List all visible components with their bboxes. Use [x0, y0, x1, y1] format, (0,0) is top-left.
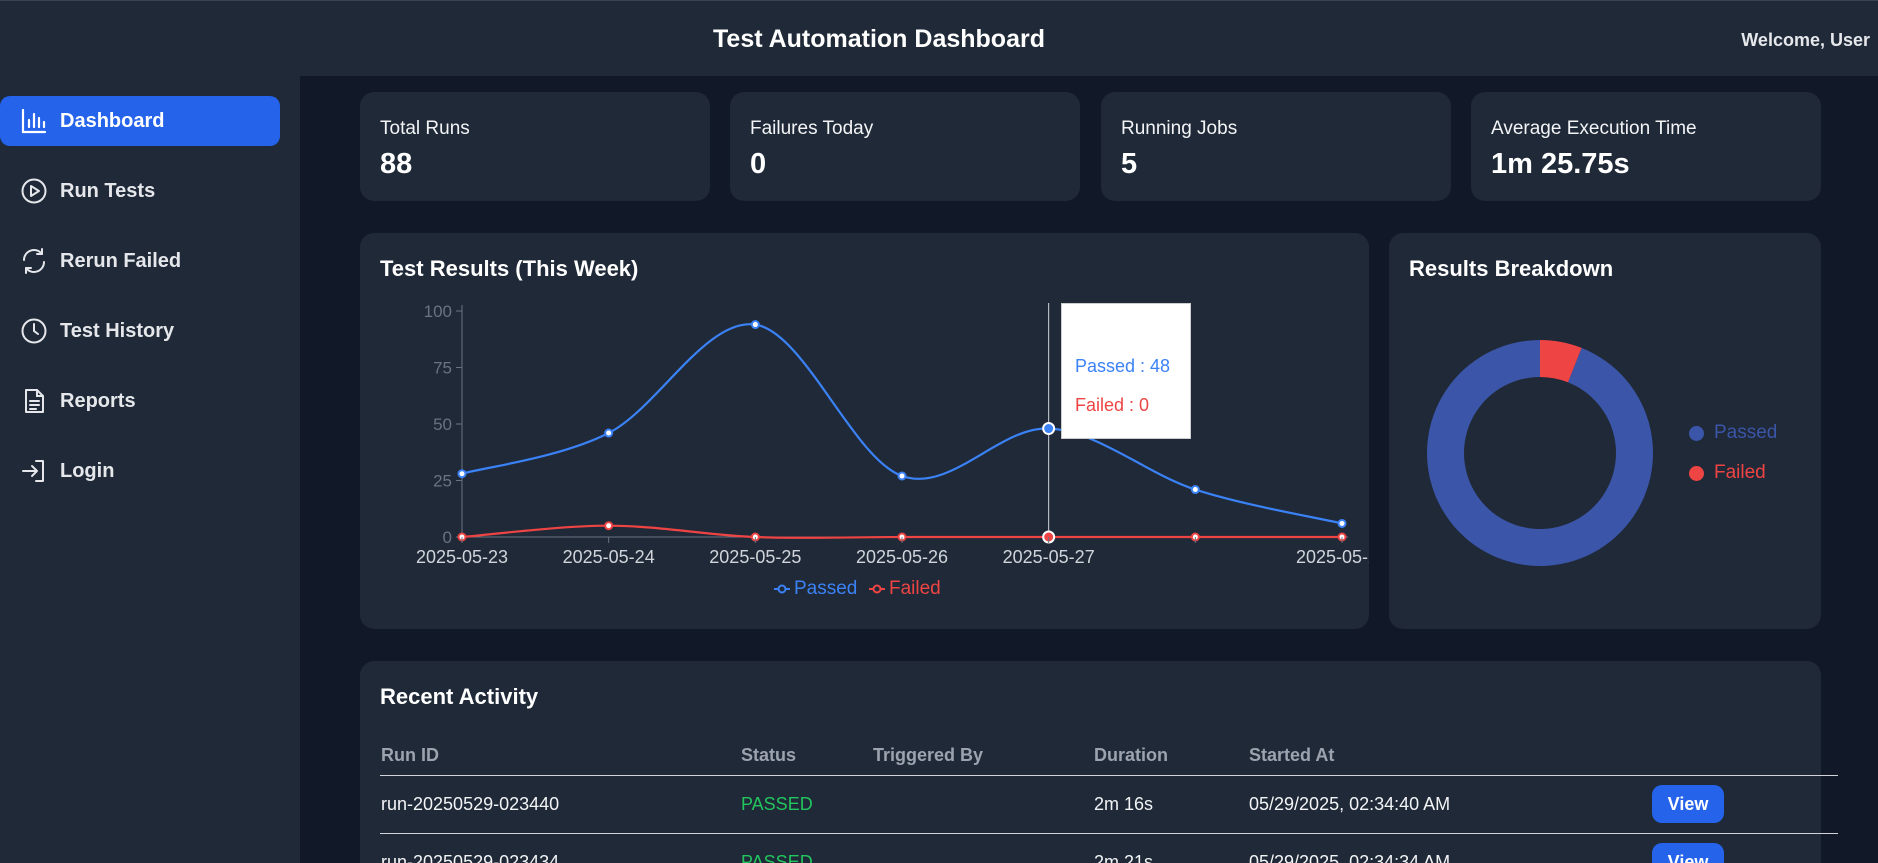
stat-card-failures-today: Failures Today 0 — [730, 92, 1080, 201]
document-icon — [25, 389, 44, 413]
column-header-actions — [1651, 737, 1838, 776]
login-icon — [22, 460, 44, 482]
data-point-passed[interactable] — [1042, 422, 1056, 436]
stat-value: 5 — [1121, 148, 1138, 180]
sidebar-item-label: Run Tests — [60, 179, 156, 202]
test-results-chart-card: Test Results (This Week) 0 25 50 75 100 2025… — [360, 233, 1369, 629]
x-tick-label: 2025-05-26 — [856, 547, 948, 567]
table-header-row: Run ID Status Triggered By Duration Star… — [380, 737, 1838, 776]
column-header-started-at: Started At — [1248, 737, 1651, 776]
x-tick-label: 2025-05-23 — [416, 547, 508, 567]
legend-label: Passed — [1714, 422, 1778, 443]
sidebar-item-label: Test History — [60, 319, 175, 342]
action-cell: View — [1651, 775, 1838, 834]
line-legend-marker-icon — [869, 584, 885, 594]
breakdown-legend-passed[interactable]: Passed — [1689, 422, 1777, 444]
triggered-by-cell — [872, 833, 1093, 863]
legend-failed[interactable]: Failed — [869, 578, 941, 600]
refresh-icon — [23, 248, 45, 274]
data-point-passed[interactable] — [897, 471, 907, 481]
view-button[interactable]: View — [1652, 843, 1724, 863]
action-cell: View — [1651, 833, 1838, 863]
data-point-passed[interactable] — [1190, 485, 1200, 495]
x-tick-label: 2025-05-25 — [709, 547, 801, 567]
data-point-passed[interactable] — [604, 428, 614, 438]
triggered-by-cell — [872, 775, 1093, 834]
clock-icon — [21, 318, 47, 344]
started-at-cell: 05/29/2025, 02:34:40 AM — [1248, 775, 1651, 834]
stat-value: 88 — [380, 148, 413, 180]
sidebar-item-label: Login — [60, 459, 115, 482]
legend-label: Failed — [1714, 462, 1766, 483]
play-circle-icon — [21, 178, 47, 204]
x-tick-label: 2025-05-24 — [563, 547, 655, 567]
sidebar-item-run-tests[interactable]: Run Tests — [0, 166, 280, 216]
bar-chart-icon — [21, 108, 47, 134]
column-header-status: Status — [740, 737, 872, 776]
legend-passed[interactable]: Passed — [774, 578, 857, 600]
column-header-duration: Duration — [1093, 737, 1248, 776]
sidebar-item-test-history[interactable]: Test History — [0, 306, 280, 356]
stat-label: Average Execution Time — [1491, 118, 1697, 139]
column-header-run-id: Run ID — [380, 737, 740, 776]
top-bar: Test Automation Dashboard Welcome, User — [0, 0, 1878, 76]
tooltip-passed: Passed : 48 — [1075, 356, 1171, 376]
data-point-passed[interactable] — [750, 320, 760, 330]
welcome-text: Welcome, User — [1741, 30, 1870, 50]
results-breakdown-card: Results Breakdown Passed Failed — [1389, 233, 1821, 629]
stat-value: 0 — [750, 148, 767, 180]
sidebar-item-label: Reports — [60, 389, 136, 412]
table-row: run-20250529-023440 PASSED 2m 16s 05/29/… — [380, 775, 1838, 834]
stat-label: Total Runs — [380, 118, 470, 139]
stat-value: 1m 25.75s — [1491, 148, 1630, 180]
run-id-cell: run-20250529-023434 — [380, 833, 740, 863]
breakdown-legend-failed[interactable]: Failed — [1689, 462, 1766, 484]
y-tick-label: 25 — [433, 472, 452, 491]
x-tick-label: 2025-05-29 — [1296, 547, 1369, 567]
y-tick-label: 50 — [433, 415, 452, 434]
duration-cell: 2m 21s — [1093, 833, 1248, 863]
started-at-cell: 05/29/2025, 02:34:34 AM — [1248, 833, 1651, 863]
x-tick-label: 2025-05-27 — [1003, 547, 1095, 567]
app-title: Test Automation Dashboard — [713, 25, 1045, 53]
data-point-passed[interactable] — [457, 469, 467, 479]
stat-card-average-execution-time: Average Execution Time 1m 25.75s — [1471, 92, 1821, 201]
series-line-passed — [461, 323, 1343, 525]
status-cell: PASSED — [740, 833, 872, 863]
recent-activity-card: Recent Activity Run ID Status Triggered … — [360, 661, 1838, 863]
stat-label: Running Jobs — [1121, 118, 1238, 139]
run-id-cell: run-20250529-023440 — [380, 775, 740, 834]
stat-card-total-runs: Total Runs 88 — [360, 92, 710, 201]
legend-label: Passed — [794, 578, 858, 599]
legend-dot-icon — [1689, 465, 1704, 481]
data-point-passed[interactable] — [1337, 518, 1347, 528]
sidebar-item-label: Rerun Failed — [60, 249, 182, 272]
view-button[interactable]: View — [1652, 785, 1724, 823]
y-tick-label: 75 — [433, 359, 452, 378]
sidebar-item-login[interactable]: Login — [0, 446, 280, 496]
sidebar-item-label: Dashboard — [60, 109, 165, 132]
activity-title: Recent Activity — [380, 684, 539, 709]
sidebar-item-reports[interactable]: Reports — [0, 376, 280, 426]
y-tick-label: 0 — [443, 528, 452, 547]
data-point-failed[interactable] — [604, 521, 614, 531]
stat-label: Failures Today — [750, 118, 874, 139]
duration-cell: 2m 16s — [1093, 775, 1248, 834]
sidebar-item-rerun-failed[interactable]: Rerun Failed — [0, 236, 280, 286]
activity-table: Run ID Status Triggered By Duration Star… — [380, 737, 1838, 863]
y-tick-label: 100 — [424, 302, 452, 321]
line-legend-marker-icon — [774, 584, 790, 594]
stat-card-running-jobs: Running Jobs 5 — [1101, 92, 1451, 201]
sidebar-item-dashboard[interactable]: Dashboard — [0, 96, 280, 146]
legend-label: Failed — [889, 578, 941, 599]
tooltip-failed: Failed : 0 — [1075, 395, 1150, 415]
status-cell: PASSED — [740, 775, 872, 834]
line-chart[interactable]: 0 25 50 75 100 2025-05-23 2025-05-24 2025-05-2… — [360, 233, 1369, 629]
table-row: run-20250529-023434 PASSED 2m 21s 05/29/… — [380, 833, 1838, 863]
column-header-triggered-by: Triggered By — [872, 737, 1093, 776]
chart-tooltip: Passed : 48 Failed : 0 — [1061, 303, 1191, 439]
legend-dot-icon — [1689, 425, 1704, 441]
sidebar: Dashboard Run Tests Rerun Failed Test Hi… — [0, 76, 300, 863]
